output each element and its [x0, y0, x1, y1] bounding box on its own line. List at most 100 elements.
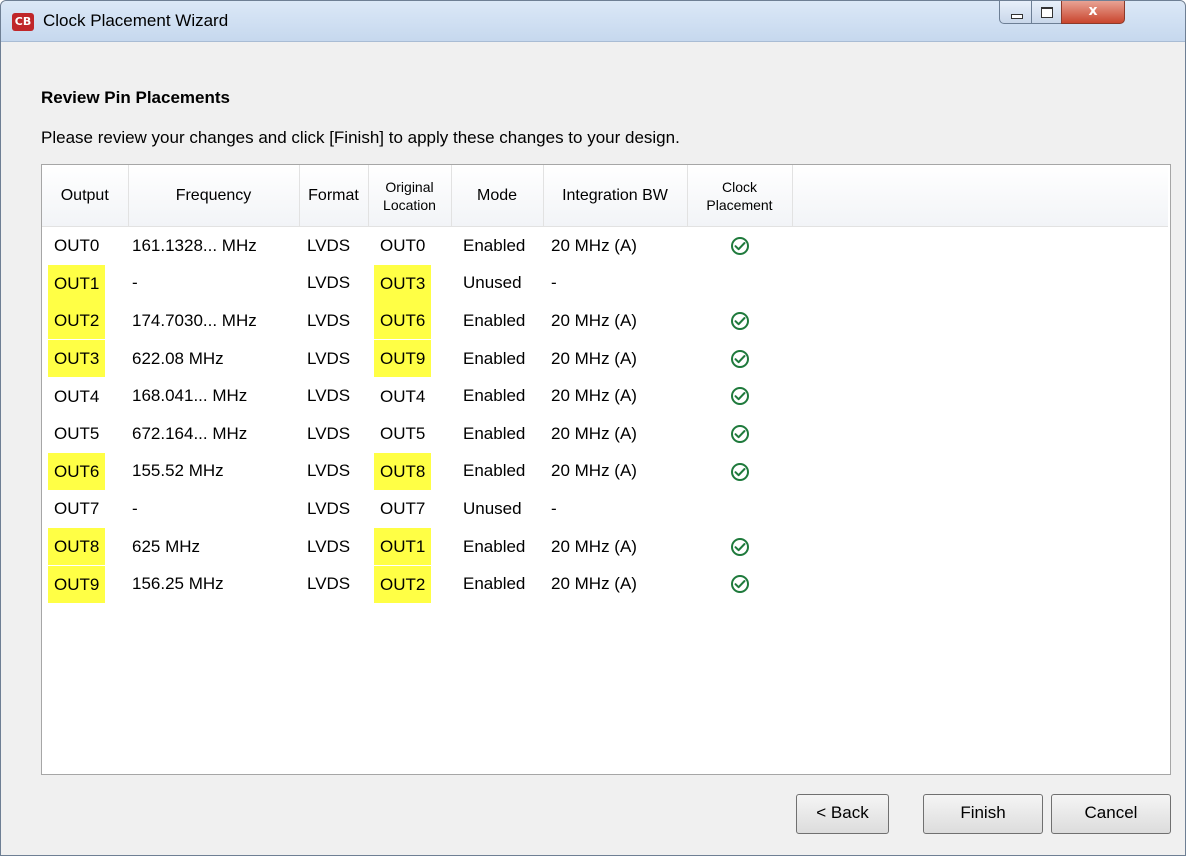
column-header-format[interactable]: Format: [299, 165, 369, 227]
table-cell-clock-placement: [687, 565, 792, 603]
table-cell-mode: Enabled: [451, 227, 543, 265]
maximize-button[interactable]: [1031, 1, 1062, 24]
mode-value: Enabled: [463, 386, 526, 406]
cancel-button[interactable]: Cancel: [1051, 794, 1171, 834]
table-cell-original-location: OUT2: [368, 565, 451, 603]
table-cell-original-location: OUT7: [368, 490, 451, 528]
original-location-value: OUT0: [380, 236, 426, 256]
format-value: LVDS: [307, 574, 351, 594]
table-cell-integration-bw: 20 MHz (A): [543, 302, 687, 340]
column-header-output[interactable]: Output: [42, 165, 129, 227]
table-cell-integration-bw: 20 MHz (A): [543, 565, 687, 603]
table-cell-format: LVDS: [299, 265, 368, 303]
table-row[interactable]: OUT4 168.041... MHz LVDS OUT4 Enabled 20 MHz …: [42, 377, 1168, 415]
table-cell-mode: Enabled: [451, 377, 543, 415]
table-cell-mode: Enabled: [451, 415, 543, 453]
integration-bw-value: 20 MHz (A): [551, 423, 637, 443]
integration-bw-value: 20 MHz (A): [551, 386, 637, 406]
table-row[interactable]: OUT0 161.1328... MHz LVDS OUT0 Enabled 20 MHz…: [42, 227, 1168, 265]
original-location-value: OUT2: [374, 565, 432, 603]
table-cell-original-location: OUT8: [368, 452, 451, 491]
frequency-value: 174.7030... MHz: [132, 310, 257, 330]
table-cell-original-location: OUT4: [368, 377, 451, 415]
format-value: LVDS: [307, 498, 351, 518]
frequency-value: 156.25 MHz: [132, 574, 224, 594]
table-row[interactable]: OUT2 174.7030... MHz LVDS OUT6 Enabled 20 MHz…: [42, 302, 1168, 340]
title-bar[interactable]: CB Clock Placement Wizard x: [1, 1, 1185, 42]
column-header-mode[interactable]: Mode: [451, 165, 544, 227]
check-circle-icon: [730, 387, 749, 406]
table-cell-clock-placement: [687, 227, 792, 265]
table-row[interactable]: OUT9 156.25 MHz LVDS OUT2 Enabled 20 MHz (A): [42, 565, 1168, 603]
table-cell-filler: [792, 227, 1168, 265]
check-circle-icon: [730, 537, 749, 556]
table-cell-integration-bw: 20 MHz (A): [543, 227, 687, 265]
table-cell-frequency: 174.7030... MHz: [128, 302, 299, 340]
frequency-value: 672.164... MHz: [132, 423, 248, 443]
frequency-value: 622.08 MHz: [132, 348, 224, 368]
table-cell-mode: Enabled: [451, 565, 543, 603]
table-cell-integration-bw: -: [543, 265, 687, 303]
table-cell-integration-bw: 20 MHz (A): [543, 453, 687, 491]
column-header-integration-bw[interactable]: Integration BW: [543, 165, 688, 227]
table-cell-filler: [792, 490, 1168, 528]
close-button[interactable]: x: [1061, 1, 1125, 24]
table-cell-clock-placement: [687, 340, 792, 378]
integration-bw-value: 20 MHz (A): [551, 348, 637, 368]
table-cell-original-location: OUT0: [368, 227, 451, 265]
table-row[interactable]: OUT6 155.52 MHz LVDS OUT8 Enabled 20 MHz (A): [42, 452, 1168, 491]
finish-button[interactable]: Finish: [923, 794, 1043, 834]
frequency-value: 161.1328... MHz: [132, 235, 257, 255]
mode-value: Enabled: [463, 348, 526, 368]
table-cell-integration-bw: 20 MHz (A): [543, 377, 687, 415]
table-row[interactable]: OUT3 622.08 MHz LVDS OUT9 Enabled 20 MHz (A): [42, 340, 1168, 378]
integration-bw-value: 20 MHz (A): [551, 574, 637, 594]
original-location-value: OUT8: [374, 452, 432, 490]
format-value: LVDS: [307, 310, 351, 330]
table-cell-frequency: 161.1328... MHz: [128, 227, 299, 265]
check-circle-icon: [730, 425, 749, 444]
output-value: OUT1: [48, 264, 106, 302]
mode-value: Enabled: [463, 423, 526, 443]
column-header-frequency[interactable]: Frequency: [128, 165, 300, 227]
output-value: OUT6: [48, 452, 106, 490]
minimize-button[interactable]: [999, 1, 1032, 24]
table-cell-frequency: -: [128, 490, 299, 528]
table-cell-format: LVDS: [299, 227, 368, 265]
table-cell-frequency: 155.52 MHz: [128, 453, 299, 491]
window-title: Clock Placement Wizard: [43, 11, 229, 30]
table-row[interactable]: OUT7 - LVDS OUT7 Unused -: [42, 490, 1168, 528]
check-circle-icon: [730, 312, 749, 331]
original-location-value: OUT1: [374, 528, 432, 566]
table-row[interactable]: OUT5 672.164... MHz LVDS OUT5 Enabled 20 MHz …: [42, 415, 1168, 453]
table-cell-original-location: OUT1: [368, 528, 451, 566]
back-button[interactable]: < Back: [796, 794, 889, 834]
mode-value: Enabled: [463, 461, 526, 481]
table-cell-format: LVDS: [299, 415, 368, 453]
frequency-value: -: [132, 273, 138, 293]
table-cell-filler: [792, 302, 1168, 340]
table-cell-format: LVDS: [299, 490, 368, 528]
column-header-clock-placement[interactable]: Clock Placement: [687, 165, 793, 227]
app-icon: CB: [12, 13, 34, 31]
integration-bw-value: 20 MHz (A): [551, 536, 637, 556]
table-row[interactable]: OUT1 - LVDS OUT3 Unused -: [42, 264, 1168, 303]
integration-bw-value: 20 MHz (A): [551, 310, 637, 330]
table-cell-original-location: OUT3: [368, 264, 451, 303]
table-cell-mode: Enabled: [451, 528, 543, 566]
table-cell-output: OUT5: [42, 415, 128, 453]
table-cell-output: OUT6: [42, 452, 128, 491]
placement-table-panel[interactable]: Output Frequency Format Original Locatio…: [41, 164, 1171, 775]
table-cell-integration-bw: 20 MHz (A): [543, 528, 687, 566]
column-header-filler: [792, 165, 1168, 227]
frequency-value: 155.52 MHz: [132, 461, 224, 481]
header-line: Placement: [706, 196, 773, 213]
table-cell-filler: [792, 340, 1168, 378]
format-value: LVDS: [307, 536, 351, 556]
close-icon: x: [1088, 3, 1098, 19]
output-value: OUT9: [48, 565, 106, 603]
column-header-original-location[interactable]: Original Location: [368, 165, 452, 227]
table-row[interactable]: OUT8 625 MHz LVDS OUT1 Enabled 20 MHz (A): [42, 528, 1168, 566]
mode-value: Unused: [463, 273, 522, 293]
table-cell-mode: Enabled: [451, 453, 543, 491]
